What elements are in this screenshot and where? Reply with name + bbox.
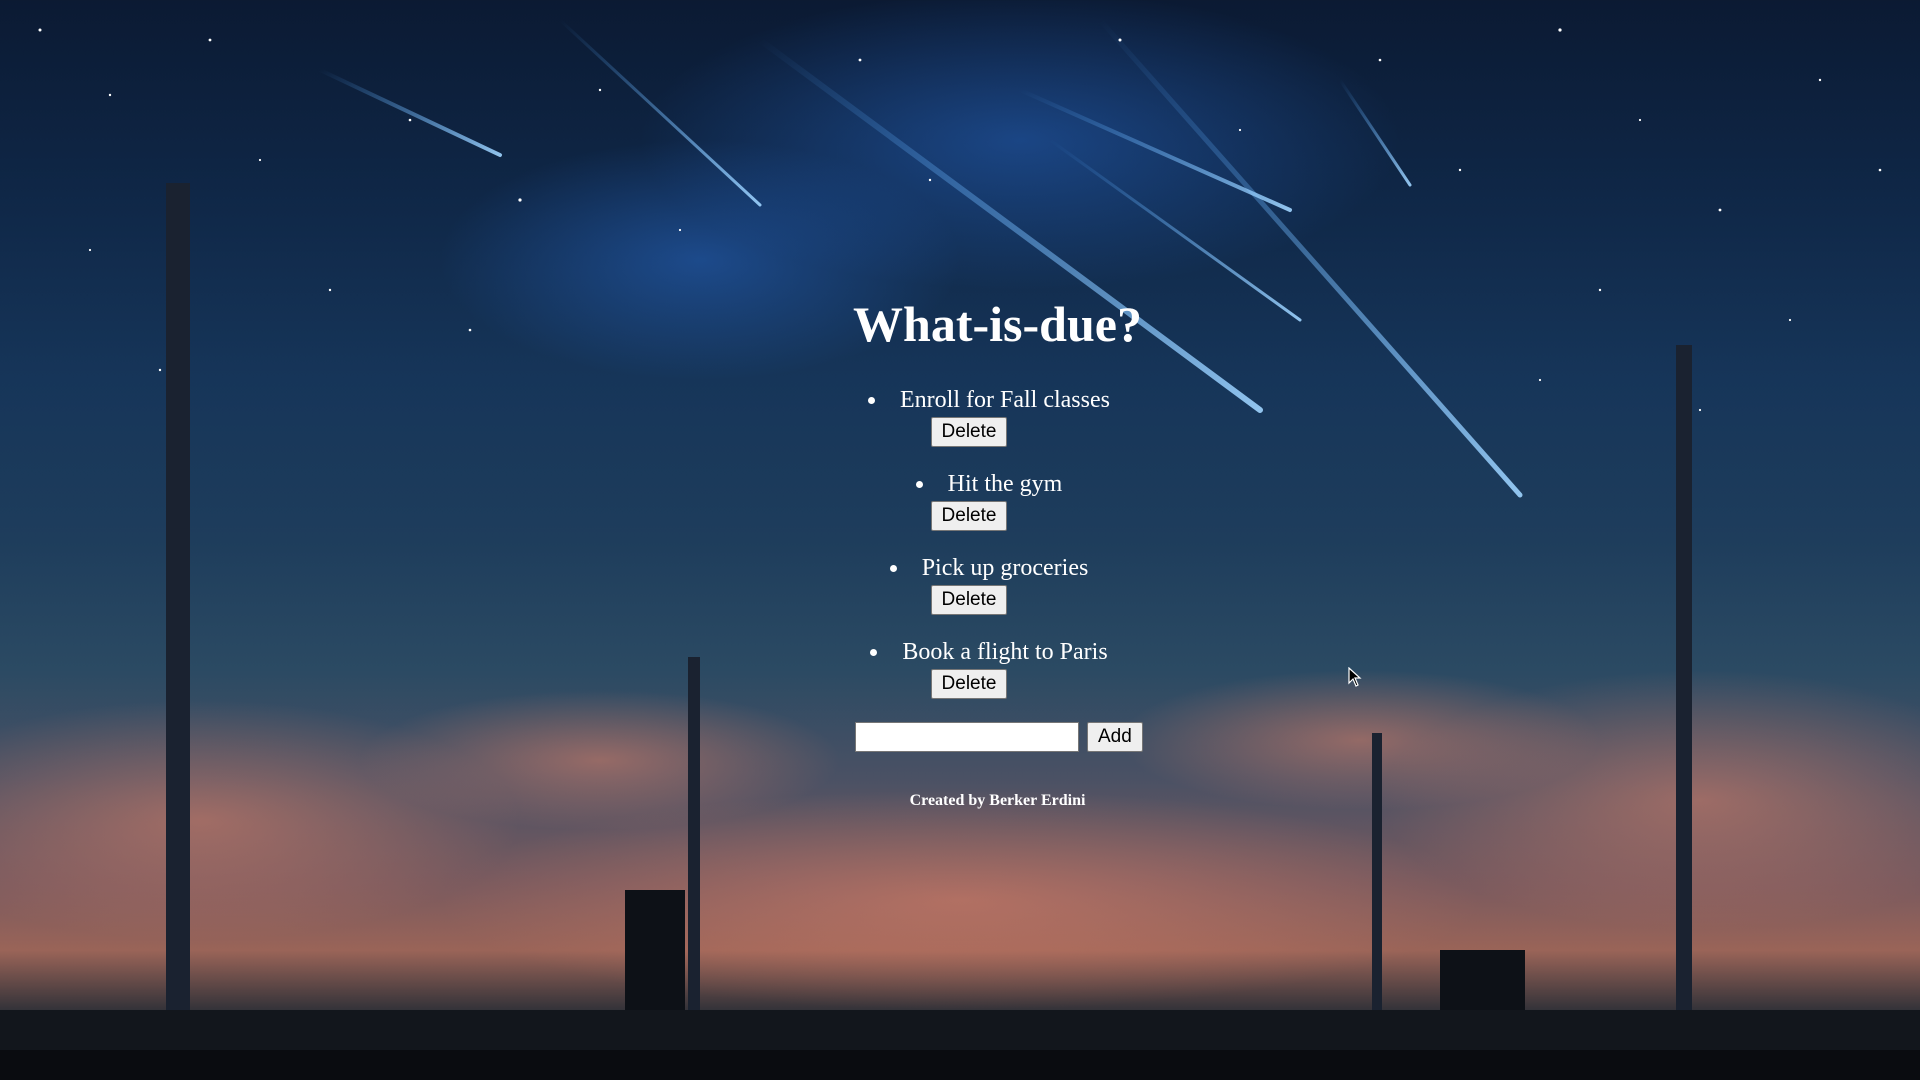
todo-text: Enroll for Fall classes xyxy=(900,387,1110,413)
delete-wrap: Delete xyxy=(0,415,1920,447)
ground xyxy=(0,1050,1920,1080)
new-todo-input[interactable] xyxy=(855,722,1079,752)
delete-wrap: Delete xyxy=(0,583,1920,615)
railing xyxy=(0,1010,1920,1050)
delete-button[interactable]: Delete xyxy=(930,501,1008,531)
delete-wrap: Delete xyxy=(0,499,1920,531)
page-title: What-is-due? xyxy=(853,296,1142,352)
todo-text: Book a flight to Paris xyxy=(902,639,1108,665)
list-item: Enroll for Fall classes Delete xyxy=(0,385,1920,469)
delete-button[interactable]: Delete xyxy=(930,417,1008,447)
todo-text: Pick up groceries xyxy=(921,555,1089,581)
list-item: Pick up groceries Delete xyxy=(0,553,1920,637)
delete-button[interactable]: Delete xyxy=(930,669,1008,699)
delete-button[interactable]: Delete xyxy=(930,585,1008,615)
todo-text: Hit the gym xyxy=(947,471,1063,497)
list-item: Book a flight to Paris Delete xyxy=(0,637,1920,721)
mouse-pointer-icon xyxy=(1348,667,1362,687)
add-todo-form: Add xyxy=(855,722,1143,752)
delete-wrap: Delete xyxy=(0,667,1920,699)
todo-list: Enroll for Fall classes Delete Hit the g… xyxy=(0,385,1920,721)
list-item: Hit the gym Delete xyxy=(0,469,1920,553)
add-button[interactable]: Add xyxy=(1087,722,1143,752)
sunset-clouds xyxy=(0,670,1920,1010)
footer-credit: Created by Berker Erdini xyxy=(909,792,1086,809)
